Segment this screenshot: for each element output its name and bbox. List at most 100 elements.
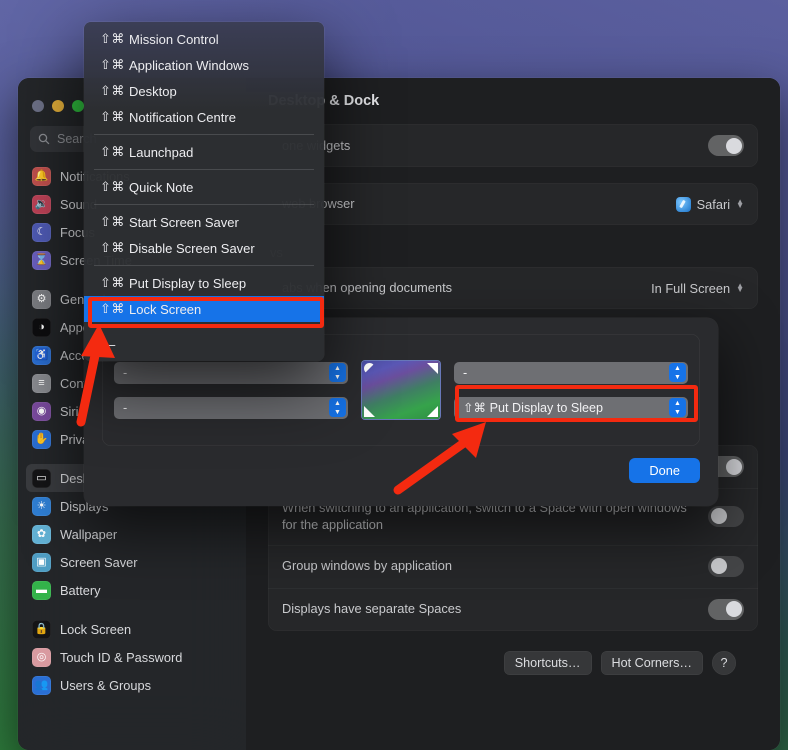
wallpaper-icon: ✿ xyxy=(32,524,51,544)
menu-item-label: Application Windows xyxy=(129,57,249,73)
widgets-toggle[interactable] xyxy=(708,135,744,156)
menu-item-disable-screen-saver[interactable]: ⇧⌘ Disable Screen Saver xyxy=(84,235,324,261)
menu-separator xyxy=(94,134,314,135)
browser-popup[interactable]: Safari ▲ ▼ xyxy=(675,196,744,212)
done-button[interactable]: Done xyxy=(629,458,700,483)
menu-item-label: Disable Screen Saver xyxy=(129,240,255,256)
sidebar-group-3: 🔒 Lock Screen ◎ Touch ID & Password 👥 Users &… xyxy=(26,615,238,699)
menu-item-shortcut: ⇧⌘ xyxy=(100,301,125,316)
menu-item-shortcut: ⇧⌘ xyxy=(100,275,125,290)
zoom-button[interactable] xyxy=(72,100,84,112)
top-right-corner-popup[interactable]: - ▲ ▼ xyxy=(454,361,688,384)
row-spaces-3[interactable]: Displays have separate Spaces xyxy=(268,588,758,631)
dock-icon: ▭ xyxy=(32,468,51,488)
menu-item-label: – xyxy=(108,336,116,352)
checkmark-icon: ✓ xyxy=(94,336,105,351)
minimize-button[interactable] xyxy=(52,100,64,112)
menu-item-shortcut: ⇧⌘ xyxy=(100,57,125,72)
speaker-icon: 🔉 xyxy=(32,194,51,214)
stepper-icon[interactable]: ▲ ▼ xyxy=(669,398,686,417)
brightness-icon: ☀ xyxy=(32,496,51,516)
sidebar-item-wallpaper[interactable]: ✿ Wallpaper xyxy=(26,520,238,548)
footer-buttons: Shortcuts… Hot Corners… ? xyxy=(268,647,758,675)
help-button[interactable]: ? xyxy=(712,650,736,675)
menu-item-shortcut: ⇧⌘ xyxy=(100,214,125,229)
corner-marker-top-right xyxy=(427,363,438,374)
display-preview xyxy=(362,361,440,419)
row-widgets[interactable]: one widgets xyxy=(268,124,758,167)
row-label: abs when opening documents xyxy=(282,280,453,296)
stepper-icon[interactable]: ▲ ▼ xyxy=(669,363,686,382)
menu-item-label: Mission Control xyxy=(129,31,219,47)
browser-card: web browser Safari ▲▼ xyxy=(268,183,758,225)
moon-icon: ☾ xyxy=(32,222,51,242)
bottom-right-corner-value: ⇧⌘ Put Display to Sleep xyxy=(463,401,604,415)
stepper-icon[interactable]: ▲ ▼ xyxy=(329,363,346,382)
sidebar-item-battery[interactable]: ▬ Battery xyxy=(26,576,238,604)
sidebar-item-label: Screen Saver xyxy=(60,554,138,570)
toggle-spaces-3[interactable] xyxy=(708,598,744,620)
bottom-left-corner-value: - xyxy=(123,400,128,415)
menu-separator xyxy=(94,204,314,205)
tabs-value: In Full Screen xyxy=(651,280,731,296)
page-title: Desktop & Dock xyxy=(268,93,380,109)
sidebar-item-screen-saver[interactable]: ▣ Screen Saver xyxy=(26,548,238,576)
stepper-icon[interactable]: ▲ ▼ xyxy=(329,398,346,417)
windows-section-heading: vs xyxy=(268,241,758,267)
row-default-web-browser[interactable]: web browser Safari ▲▼ xyxy=(268,183,758,225)
menu-item-shortcut: ⇧⌘ xyxy=(100,240,125,255)
battery-icon: ▬ xyxy=(32,580,51,600)
siri-icon: ◉ xyxy=(32,401,51,421)
menu-item-label: Notification Centre xyxy=(129,109,236,125)
row-label: Group windows by application xyxy=(282,558,453,574)
menu-item-start-screen-saver[interactable]: ⇧⌘ Start Screen Saver xyxy=(84,209,324,235)
windows-card: abs when opening documents In Full Scree… xyxy=(268,267,758,309)
row-label: web browser xyxy=(282,196,355,212)
menu-item-put-display-to-sleep[interactable]: ⇧⌘ Put Display to Sleep xyxy=(84,270,324,296)
sidebar-item-label: Lock Screen xyxy=(60,621,132,637)
safari-icon xyxy=(675,196,691,212)
corner-marker-top-left xyxy=(364,363,375,374)
hot-corner-action-menu: ⇧⌘ Mission Control ⇧⌘ Application Windows ⇧⌘… xyxy=(84,22,324,361)
search-icon xyxy=(38,133,50,145)
toggle-spaces-2[interactable] xyxy=(708,555,744,577)
sidebar-item-touch-id-password[interactable]: ◎ Touch ID & Password xyxy=(26,643,238,671)
menu-item-quick-note[interactable]: ⇧⌘ Quick Note xyxy=(84,174,324,200)
menu-item-notification-centre[interactable]: ⇧⌘ Notification Centre xyxy=(84,104,324,130)
row-spaces-2[interactable]: Group windows by application xyxy=(268,545,758,588)
dialog-actions: Done xyxy=(102,446,700,483)
sidebar-item-lock-screen[interactable]: 🔒 Lock Screen xyxy=(26,615,238,643)
sidebar-item-users-groups[interactable]: 👥 Users & Groups xyxy=(26,671,238,699)
sidebar-item-label: Touch ID & Password xyxy=(60,649,183,665)
top-left-corner-value: - xyxy=(123,365,128,380)
tabs-popup[interactable]: In Full Screen ▲ ▼ xyxy=(651,281,744,296)
menu-item-label: Quick Note xyxy=(129,179,194,195)
hot-corners-button[interactable]: Hot Corners… xyxy=(600,650,703,675)
menu-separator xyxy=(94,326,314,327)
shortcuts-button[interactable]: Shortcuts… xyxy=(503,650,592,675)
bottom-left-corner-popup[interactable]: - ▲ ▼ xyxy=(114,396,348,419)
hand-icon: ✋ xyxy=(32,429,51,449)
gear-icon: ⚙ xyxy=(32,289,51,309)
toggle-spaces-1[interactable] xyxy=(708,505,744,527)
hot-corners-grid: - ▲ ▼ - ▲ ▼ - ▲ ▼ ⇧⌘ Put Display to Slee… xyxy=(102,351,700,429)
chevron-updown-icon: ▲ ▼ xyxy=(736,197,744,210)
menu-item-desktop[interactable]: ⇧⌘ Desktop xyxy=(84,78,324,104)
top-left-corner-popup[interactable]: - ▲ ▼ xyxy=(114,361,348,384)
hourglass-icon: ⌛ xyxy=(32,250,51,270)
menu-item-lock-screen[interactable]: ⇧⌘ Lock Screen xyxy=(84,296,324,322)
close-button[interactable] xyxy=(32,100,44,112)
chevron-updown-icon: ▲ ▼ xyxy=(736,281,744,294)
menu-item-mission-control[interactable]: ⇧⌘ Mission Control xyxy=(84,26,324,52)
menu-item-shortcut: ⇧⌘ xyxy=(100,179,125,194)
row-label: Displays have separate Spaces xyxy=(282,601,462,617)
menu-item-launchpad[interactable]: ⇧⌘ Launchpad xyxy=(84,139,324,165)
sidebar-item-label: Users & Groups xyxy=(60,677,152,693)
menu-item-application-windows[interactable]: ⇧⌘ Application Windows xyxy=(84,52,324,78)
menu-item-shortcut: ⇧⌘ xyxy=(100,31,125,46)
bottom-right-corner-popup[interactable]: ⇧⌘ Put Display to Sleep ▲ ▼ xyxy=(454,396,688,419)
screensaver-icon: ▣ xyxy=(32,552,51,572)
menu-item-[interactable]: ✓ – xyxy=(84,331,324,357)
row-prefer-tabs[interactable]: abs when opening documents In Full Scree… xyxy=(268,267,758,309)
sidebar-item-label: Battery xyxy=(60,582,101,598)
